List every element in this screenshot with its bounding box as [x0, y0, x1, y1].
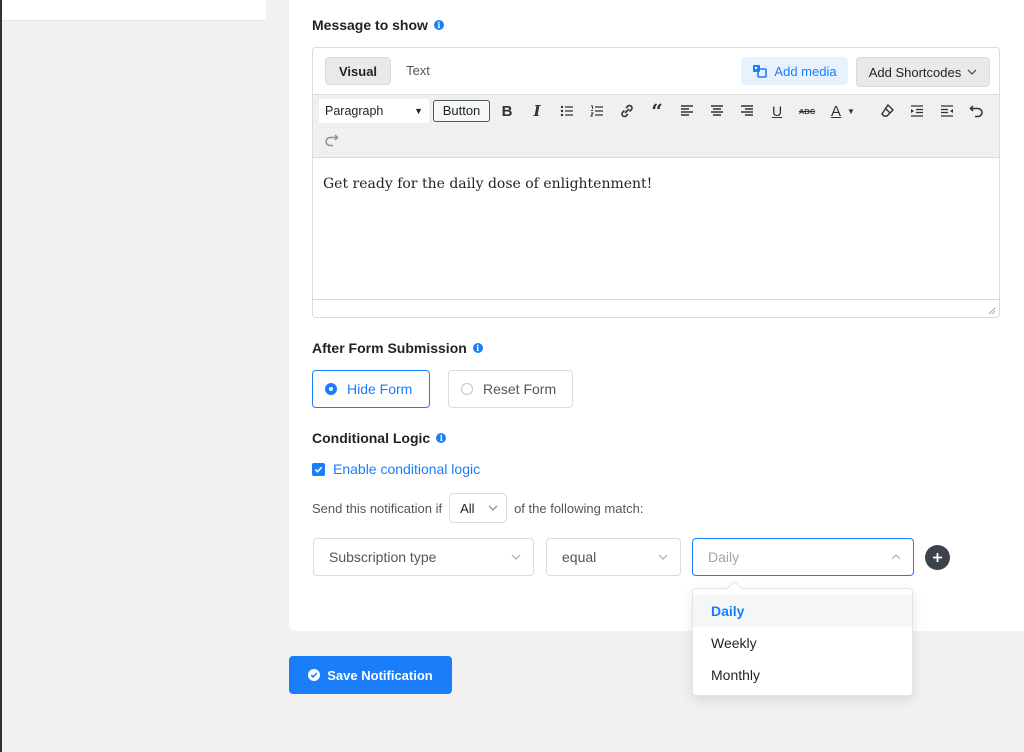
numbered-list-icon[interactable]: [585, 99, 609, 123]
outdent-icon[interactable]: [935, 99, 959, 123]
value-dropdown-menu: Daily Weekly Monthly: [692, 588, 913, 696]
tab-text[interactable]: Text: [397, 57, 439, 85]
underline-icon[interactable]: U: [765, 99, 789, 123]
info-icon[interactable]: i: [472, 343, 483, 353]
indent-icon[interactable]: [905, 99, 929, 123]
chevron-down-icon: [967, 69, 977, 75]
dropdown-option-daily[interactable]: Daily: [693, 595, 912, 627]
format-select[interactable]: Paragraph ▼: [319, 99, 429, 123]
radio-selected-icon: [325, 383, 337, 395]
message-text: Get ready for the daily dose of enlighte…: [323, 176, 653, 192]
chevron-down-icon: [488, 505, 498, 511]
match-rule-row: Send this notification if All of the fol…: [312, 493, 643, 523]
text-color-icon[interactable]: A ▼: [825, 99, 861, 123]
bullet-list-icon[interactable]: [555, 99, 579, 123]
hide-form-radio[interactable]: Hide Form: [312, 370, 430, 408]
admin-sidebar-edge: [0, 0, 2, 752]
undo-icon[interactable]: [965, 99, 989, 123]
blockquote-icon[interactable]: “: [645, 99, 669, 123]
redo-icon[interactable]: [319, 128, 343, 152]
editor-content-area[interactable]: Get ready for the daily dose of enlighte…: [313, 158, 999, 300]
message-to-show-label: Message to show i: [312, 17, 444, 33]
caret-down-icon: ▼: [414, 106, 423, 116]
align-center-icon[interactable]: [705, 99, 729, 123]
enable-conditional-logic-checkbox[interactable]: Enable conditional logic: [312, 461, 480, 477]
info-icon[interactable]: i: [436, 433, 447, 443]
conditional-logic-label: Conditional Logic i: [312, 430, 447, 446]
radio-unselected-icon: [461, 383, 473, 395]
condition-value-select[interactable]: Daily: [692, 538, 914, 576]
chevron-up-icon: [891, 554, 901, 560]
info-icon[interactable]: i: [433, 20, 444, 30]
dropdown-option-monthly[interactable]: Monthly: [693, 659, 912, 691]
dropdown-option-weekly[interactable]: Weekly: [693, 627, 912, 659]
condition-field-select[interactable]: Subscription type: [313, 538, 534, 576]
notification-settings-panel: Message to show i Visual Text Add media …: [289, 0, 1024, 631]
media-icon: [753, 65, 768, 78]
add-media-button[interactable]: Add media: [741, 57, 848, 85]
link-icon[interactable]: [615, 99, 639, 123]
resize-handle-icon[interactable]: [986, 305, 996, 315]
add-shortcodes-dropdown[interactable]: Add Shortcodes: [856, 57, 990, 87]
editor-tabs: Visual Text Add media Add Shortcodes: [313, 48, 999, 94]
message-editor: Visual Text Add media Add Shortcodes Par…: [312, 47, 1000, 318]
after-form-submission-label: After Form Submission i: [312, 340, 483, 356]
clear-formatting-icon[interactable]: [875, 99, 899, 123]
editor-status-bar: [313, 299, 999, 317]
chevron-down-icon: [511, 554, 521, 560]
chevron-down-icon: [658, 554, 668, 560]
reset-form-radio[interactable]: Reset Form: [448, 370, 573, 408]
align-right-icon[interactable]: [735, 99, 759, 123]
condition-operator-select[interactable]: equal: [546, 538, 681, 576]
check-circle-icon: [308, 669, 321, 681]
tab-visual[interactable]: Visual: [325, 57, 391, 85]
checkbox-checked-icon: [312, 462, 325, 476]
bold-icon[interactable]: B: [495, 99, 519, 123]
save-notification-button[interactable]: Save Notification: [289, 656, 452, 694]
settings-nav-card: [2, 0, 266, 21]
editor-toolbar: Paragraph ▼ Button B I “ U ABC A ▼: [313, 94, 999, 158]
match-type-select[interactable]: All: [449, 493, 508, 523]
italic-icon[interactable]: I: [525, 99, 549, 123]
insert-button-button[interactable]: Button: [433, 100, 490, 122]
strikethrough-icon[interactable]: ABC: [795, 99, 819, 123]
plus-icon: [933, 553, 942, 562]
align-left-icon[interactable]: [675, 99, 699, 123]
add-condition-button[interactable]: [925, 545, 950, 570]
